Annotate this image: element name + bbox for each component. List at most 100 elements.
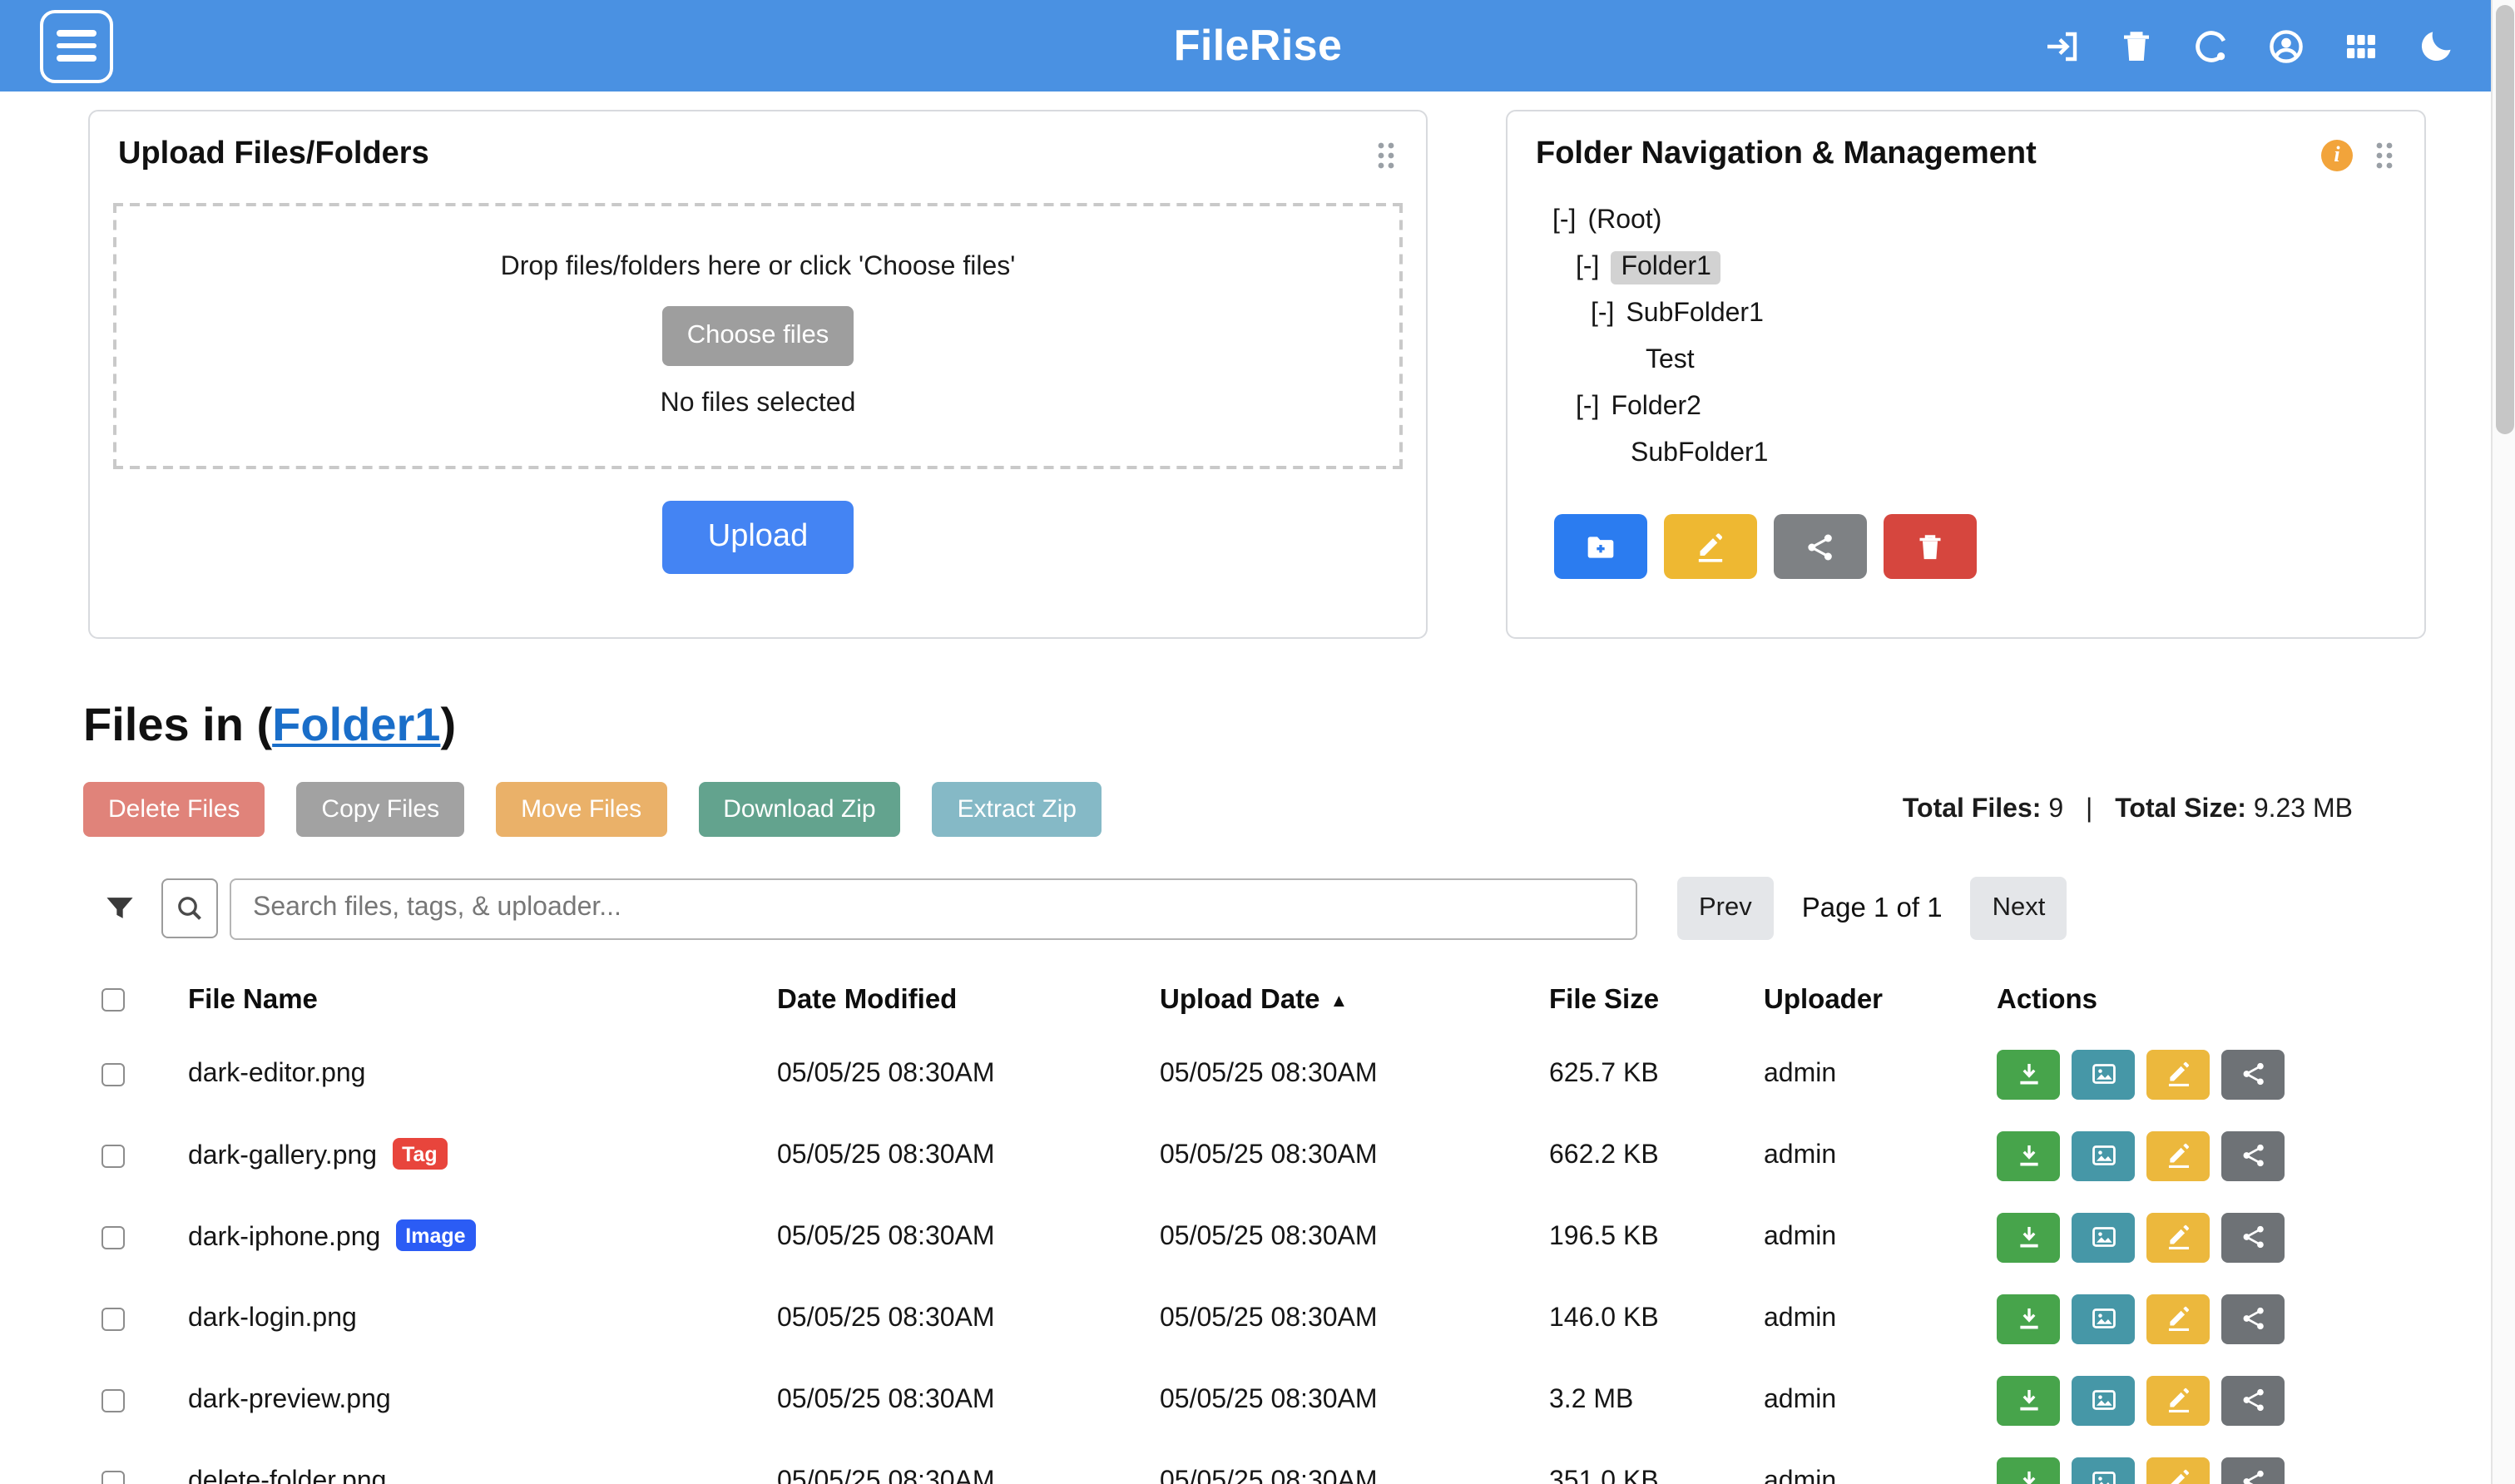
- upload-date-cell: 05/05/25 08:30AM: [1160, 1059, 1549, 1089]
- move-files-button[interactable]: Move Files: [496, 782, 666, 837]
- upload-date-cell: 05/05/25 08:30AM: [1160, 1467, 1549, 1484]
- tree-collapse-toggle[interactable]: [-]: [1591, 299, 1614, 329]
- share-icon: [2239, 1467, 2267, 1484]
- row-checkbox[interactable]: [101, 1225, 125, 1249]
- tree-label-subfolder1-2[interactable]: SubFolder1: [1631, 439, 1768, 469]
- rename-folder-button[interactable]: [1664, 514, 1757, 579]
- tree-collapse-toggle[interactable]: [-]: [1576, 253, 1599, 283]
- drag-handle-icon[interactable]: [2373, 139, 2396, 171]
- page-indicator: Page 1 of 1: [1802, 893, 1943, 924]
- file-name-cell: dark-login.png: [188, 1303, 777, 1333]
- share-button[interactable]: [2221, 1457, 2285, 1484]
- preview-image-button[interactable]: [2072, 1294, 2135, 1343]
- scrollbar-thumb[interactable]: [2496, 5, 2514, 434]
- total-files-value: 9: [2048, 794, 2063, 823]
- next-page-button[interactable]: Next: [1971, 877, 2067, 940]
- choose-files-button[interactable]: Choose files: [662, 306, 854, 366]
- extract-zip-button[interactable]: Extract Zip: [933, 782, 1102, 837]
- tree-node-subfolder1: [-] SubFolder1: [1591, 291, 2424, 338]
- account-icon: [2266, 26, 2306, 66]
- col-actions: Actions: [1997, 984, 2329, 1016]
- prev-page-button[interactable]: Prev: [1677, 877, 1774, 940]
- tree-label-subfolder1[interactable]: SubFolder1: [1626, 299, 1763, 329]
- download-button[interactable]: [1997, 1049, 2060, 1099]
- file-size-cell: 662.2 KB: [1549, 1140, 1764, 1170]
- row-checkbox[interactable]: [101, 1470, 125, 1484]
- download-icon: [2014, 1223, 2042, 1251]
- col-file-size[interactable]: File Size: [1549, 984, 1764, 1016]
- download-button[interactable]: [1997, 1130, 2060, 1180]
- info-icon[interactable]: i: [2321, 139, 2353, 171]
- account-button[interactable]: [2266, 26, 2306, 66]
- rename-button[interactable]: [2146, 1049, 2210, 1099]
- row-checkbox[interactable]: [101, 1144, 125, 1167]
- tree-collapse-toggle[interactable]: [-]: [1552, 206, 1576, 236]
- preview-image-button[interactable]: [2072, 1130, 2135, 1180]
- apps-grid-button[interactable]: [2341, 26, 2381, 66]
- col-file-name[interactable]: File Name: [188, 984, 777, 1016]
- search-button[interactable]: [161, 878, 218, 938]
- file-dropzone[interactable]: Drop files/folders here or click 'Choose…: [113, 203, 1403, 469]
- rename-button[interactable]: [2146, 1130, 2210, 1180]
- preview-image-button[interactable]: [2072, 1457, 2135, 1484]
- upload-button[interactable]: Upload: [663, 501, 853, 574]
- file-size-cell: 146.0 KB: [1549, 1303, 1764, 1333]
- uploader-cell: admin: [1764, 1303, 1997, 1333]
- share-button[interactable]: [2221, 1212, 2285, 1262]
- table-row: delete-folder.png 05/05/25 08:30AM 05/05…: [101, 1441, 2515, 1484]
- upload-card: Upload Files/Folders Drop files/folders …: [88, 110, 1428, 639]
- rename-button[interactable]: [2146, 1294, 2210, 1343]
- share-button[interactable]: [2221, 1130, 2285, 1180]
- col-date-modified[interactable]: Date Modified: [777, 984, 1160, 1016]
- scrollbar[interactable]: [2491, 0, 2515, 1484]
- preview-image-button[interactable]: [2072, 1375, 2135, 1425]
- tree-label-folder2[interactable]: Folder2: [1611, 393, 1701, 423]
- col-uploader[interactable]: Uploader: [1764, 984, 1997, 1016]
- file-name-cell: dark-gallery.pngTag: [188, 1139, 777, 1173]
- file-name-cell: delete-folder.png: [188, 1467, 777, 1484]
- folder-tree: [-] (Root) [-] Folder1 [-] SubFolder1 Te…: [1508, 190, 2424, 477]
- dropzone-text: Drop files/folders here or click 'Choose…: [501, 253, 1016, 283]
- download-zip-button[interactable]: Download Zip: [698, 782, 900, 837]
- logout-button[interactable]: [2042, 26, 2082, 66]
- top-bar: FileRise: [0, 0, 2515, 92]
- select-all-checkbox[interactable]: [101, 988, 125, 1012]
- filter-button[interactable]: [101, 890, 138, 927]
- row-checkbox[interactable]: [101, 1388, 125, 1412]
- row-checkbox[interactable]: [101, 1062, 125, 1086]
- create-folder-button[interactable]: [1554, 514, 1647, 579]
- delete-files-button[interactable]: Delete Files: [83, 782, 265, 837]
- search-input[interactable]: [230, 878, 1637, 939]
- preview-image-button[interactable]: [2072, 1212, 2135, 1262]
- col-upload-date[interactable]: Upload Date▲: [1160, 984, 1549, 1016]
- date-modified-cell: 05/05/25 08:30AM: [777, 1140, 1160, 1170]
- rename-button[interactable]: [2146, 1375, 2210, 1425]
- rename-button[interactable]: [2146, 1212, 2210, 1262]
- rename-button[interactable]: [2146, 1457, 2210, 1484]
- date-modified-cell: 05/05/25 08:30AM: [777, 1222, 1160, 1252]
- preview-image-button[interactable]: [2072, 1049, 2135, 1099]
- menu-button[interactable]: [40, 9, 113, 82]
- copy-files-button[interactable]: Copy Files: [296, 782, 464, 837]
- share-button[interactable]: [2221, 1049, 2285, 1099]
- share-folder-button[interactable]: [1774, 514, 1867, 579]
- tree-label-test[interactable]: Test: [1646, 346, 1695, 376]
- trash-button[interactable]: [2116, 26, 2156, 66]
- share-button[interactable]: [2221, 1375, 2285, 1425]
- current-folder-link[interactable]: Folder1: [272, 699, 440, 750]
- usage-button[interactable]: [2191, 26, 2231, 66]
- tree-collapse-toggle[interactable]: [-]: [1576, 393, 1599, 423]
- delete-folder-button[interactable]: [1884, 514, 1977, 579]
- share-button[interactable]: [2221, 1294, 2285, 1343]
- download-icon: [2014, 1060, 2042, 1088]
- download-button[interactable]: [1997, 1212, 2060, 1262]
- drag-handle-icon[interactable]: [1374, 139, 1398, 171]
- download-button[interactable]: [1997, 1294, 2060, 1343]
- tree-label-folder1-selected[interactable]: Folder1: [1611, 251, 1721, 284]
- dark-mode-toggle[interactable]: [2416, 26, 2456, 66]
- tree-label-root[interactable]: (Root): [1587, 206, 1661, 236]
- row-checkbox[interactable]: [101, 1307, 125, 1330]
- download-button[interactable]: [1997, 1375, 2060, 1425]
- upload-date-cell: 05/05/25 08:30AM: [1160, 1140, 1549, 1170]
- download-button[interactable]: [1997, 1457, 2060, 1484]
